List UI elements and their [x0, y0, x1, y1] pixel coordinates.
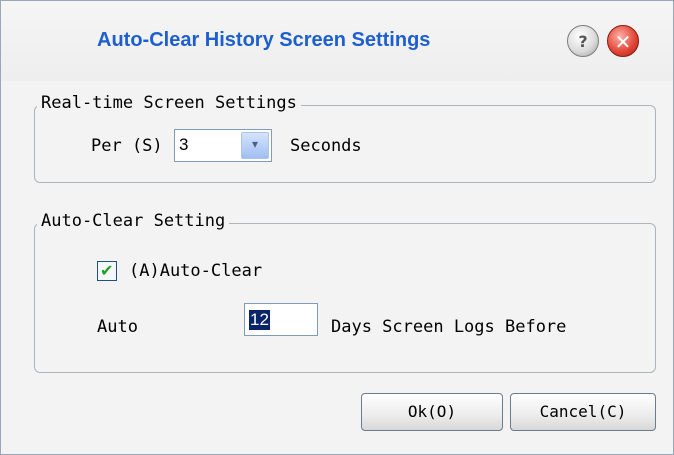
seconds-label: Seconds	[290, 136, 362, 156]
checkmark-icon: ✔	[100, 261, 114, 280]
interval-dropdown-button[interactable]: ▾	[241, 132, 269, 159]
help-icon: ?	[578, 32, 588, 51]
autoclear-settings-legend: Auto-Clear Setting	[37, 211, 230, 231]
realtime-settings-legend: Real-time Screen Settings	[37, 93, 301, 113]
interval-value: 3	[179, 135, 189, 154]
close-icon: ✕	[614, 30, 632, 54]
autoclear-settings-group	[34, 223, 656, 373]
chevron-down-icon: ▾	[251, 137, 259, 151]
dialog-title: Auto-Clear History Screen Settings	[97, 29, 431, 51]
ok-button[interactable]: Ok(O)	[361, 393, 503, 431]
per-label: Per (S)	[91, 136, 163, 156]
interval-combobox[interactable]: 3 ▾	[174, 129, 272, 162]
close-button[interactable]: ✕	[607, 25, 639, 57]
title-bar: Auto-Clear History Screen Settings ? ✕	[1, 1, 673, 81]
auto-label: Auto	[97, 317, 138, 337]
cancel-button[interactable]: Cancel(C)	[510, 393, 656, 431]
autoclear-checkbox[interactable]: ✔	[97, 261, 117, 281]
help-button[interactable]: ?	[567, 25, 599, 57]
days-value: 12	[249, 310, 270, 330]
autoclear-checkbox-label[interactable]: (A)Auto-Clear	[129, 261, 262, 281]
days-suffix-label: Days Screen Logs Before	[331, 317, 567, 337]
days-input[interactable]: 12	[244, 303, 318, 336]
settings-dialog: Auto-Clear History Screen Settings ? ✕ R…	[0, 0, 674, 455]
